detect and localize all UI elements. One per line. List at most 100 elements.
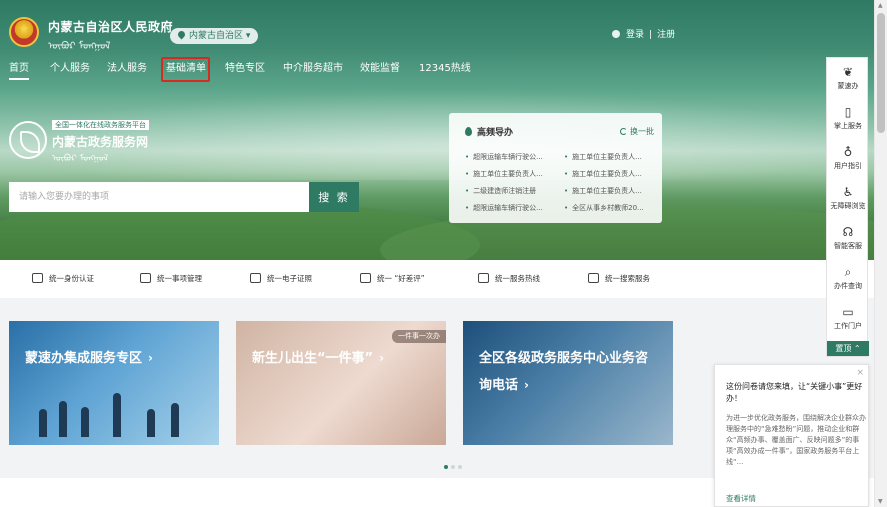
scroll-up-icon[interactable]: ▲ [878, 2, 883, 9]
hot-item[interactable]: 施工单位主要负责人... [564, 152, 642, 162]
svc-license[interactable]: 统一电子证照 [250, 273, 312, 284]
nav-agency-market[interactable]: 中介服务超市 [283, 61, 343, 77]
search-input[interactable] [9, 182, 309, 212]
chevron-right-icon: › [524, 378, 529, 392]
search-button[interactable]: 搜 索 [309, 182, 359, 212]
auth-links: 登录 | 注册 [612, 27, 675, 40]
region-selector[interactable]: 内蒙古自治区 ▾ [170, 28, 259, 44]
rail-query[interactable]: ⌕ 办件查询 [827, 266, 869, 291]
query-icon: ⌕ [844, 265, 852, 279]
right-toolbar: ❦ 蒙速办 ▯ 掌上服务 ♁ 用户指引 ♿ 无障碍浏览 ☊ 智能客服 ⌕ 办件查询 ▭ 工作门… [826, 57, 869, 357]
rail-portal[interactable]: ▭ 工作门户 [827, 306, 869, 331]
svc-label: 统一 “好差评” [377, 274, 425, 283]
card-title: 全区各级政务服务中心业务咨询电话 › [479, 345, 654, 399]
national-emblem-icon [9, 17, 39, 47]
rail-support[interactable]: ☊ 智能客服 [827, 226, 869, 251]
rail-mengsuban[interactable]: ❦ 蒙速办 [827, 66, 869, 91]
location-pin-icon [176, 29, 187, 40]
user-icon [612, 30, 620, 38]
refresh-button[interactable]: 换一批 [620, 126, 654, 137]
portal-icon: ▭ [842, 305, 854, 319]
rating-icon [360, 273, 371, 283]
hot-item[interactable]: 施工单位主要负责人... [564, 186, 642, 196]
refresh-label: 换一批 [630, 127, 654, 136]
card-mengsuban[interactable]: 蒙速办集成服务专区 › [9, 321, 219, 445]
svc-label: 统一身份认证 [49, 274, 94, 283]
hot-item[interactable]: 全区从事乡村教师20... [564, 203, 644, 213]
rail-label: 办件查询 [834, 282, 862, 290]
svc-label: 统一搜索服务 [605, 274, 650, 283]
card-title-text: 蒙速办集成服务专区 [25, 351, 143, 366]
carousel-dot[interactable] [458, 465, 462, 469]
business-people-image [35, 389, 195, 437]
hot-title: 高频导办 [465, 125, 513, 138]
register-link[interactable]: 注册 [657, 30, 675, 40]
brand-tagline: 全国一体化在线政务服务平台 [52, 120, 149, 130]
card-title-text: 新生儿出生“一件事” [252, 351, 374, 366]
app-icon: ❦ [842, 65, 854, 79]
card-consult-phone[interactable]: 全区各级政务服务中心业务咨询电话 › [463, 321, 673, 445]
back-to-top-button[interactable]: 置顶 ⌃ [827, 341, 869, 356]
survey-body: 为进一步优化政务服务，围绕解决企业群众办理服务中的“急难愁盼”问题，推动企业和群… [726, 414, 866, 466]
region-label: 内蒙古自治区 [189, 31, 244, 41]
svc-rating[interactable]: 统一 “好差评” [360, 273, 425, 284]
rail-label: 工作门户 [834, 322, 862, 330]
svc-label: 统一服务热线 [495, 274, 540, 283]
svc-label: 统一电子证照 [267, 274, 312, 283]
flame-icon [465, 127, 472, 136]
nav-supervision[interactable]: 效能监督 [360, 61, 400, 77]
rail-mobile[interactable]: ▯ 掌上服务 [827, 106, 869, 131]
rail-label: 蒙速办 [837, 82, 859, 90]
login-link[interactable]: 登录 [626, 30, 644, 40]
carousel-dot[interactable] [451, 465, 455, 469]
rail-accessibility[interactable]: ♿ 无障碍浏览 [827, 186, 869, 211]
search-list-icon [588, 273, 599, 283]
chevron-right-icon: › [379, 351, 385, 365]
svc-hotline[interactable]: 统一服务热线 [478, 273, 540, 284]
card-newborn[interactable]: 一件事一次办 新生儿出生“一件事” › [236, 321, 446, 445]
carousel-dot[interactable] [444, 465, 448, 469]
card-title: 蒙速办集成服务专区 › [25, 345, 153, 372]
svc-matters[interactable]: 统一事项管理 [140, 273, 202, 284]
scroll-down-icon[interactable]: ▼ [878, 498, 883, 505]
portal-logo-icon [9, 121, 47, 159]
headset-icon: ☊ [842, 225, 854, 239]
guide-icon: ♁ [843, 145, 853, 159]
hot-item[interactable]: 施工单位主要负责人... [465, 169, 543, 179]
rail-label: 用户指引 [834, 162, 862, 170]
license-icon [250, 273, 261, 283]
close-icon[interactable]: × [856, 368, 864, 378]
rail-label: 掌上服务 [834, 122, 862, 130]
unified-services-bar: 统一身份认证 统一事项管理 统一电子证照 统一 “好差评” 统一服务热线 统一搜… [0, 260, 874, 298]
nav-enterprise[interactable]: 法人服务 [107, 61, 147, 77]
rail-label: 智能客服 [834, 242, 862, 250]
rail-label: 无障碍浏览 [830, 202, 866, 210]
survey-details-link[interactable]: 查看详情 [726, 493, 756, 504]
hot-item[interactable]: 施工单位主要负责人... [564, 169, 642, 179]
rail-guide[interactable]: ♁ 用户指引 [827, 146, 869, 171]
hot-item[interactable]: 超限运输车辆行驶公... [465, 152, 543, 162]
edit-icon [478, 273, 489, 283]
nav-highlight-box [161, 57, 210, 82]
svc-search[interactable]: 统一搜索服务 [588, 273, 650, 284]
hot-item[interactable]: 超限运输车辆行驶公... [465, 203, 543, 213]
svc-identity[interactable]: 统一身份认证 [32, 273, 94, 284]
hot-item[interactable]: 二级建造师注销注册 [465, 186, 536, 196]
card-title: 新生儿出生“一件事” › [252, 345, 384, 372]
user-icon [32, 273, 43, 283]
nav-special-zone[interactable]: 特色专区 [225, 61, 265, 77]
card-badge: 一件事一次办 [392, 330, 446, 343]
survey-popup: × 这份问卷请您来填，让“关键小事”更好办！ 为进一步优化政务服务，围绕解决企业… [714, 364, 869, 507]
chevron-right-icon: › [148, 351, 153, 365]
brand-mongolian: ᠥᠪᠦᠷ ᠮᠣᠩᠭᠣᠯ [52, 154, 109, 164]
refresh-icon [620, 128, 627, 135]
accessibility-icon: ♿ [842, 185, 854, 199]
gov-name: 内蒙古自治区人民政府 [48, 20, 174, 34]
top-label: 置顶 [835, 344, 852, 353]
page: 内蒙古自治区人民政府 ᠥᠪᠦᠷ ᠮᠣᠩᠭᠣᠯ 内蒙古自治区 ▾ 登录 | 注册 首页… [0, 0, 887, 507]
nav-personal[interactable]: 个人服务 [50, 61, 90, 77]
scrollbar[interactable]: ▲ ▼ [874, 0, 887, 507]
nav-home[interactable]: 首页 [9, 61, 29, 80]
scrollbar-thumb[interactable] [877, 13, 885, 133]
nav-hotline[interactable]: 12345热线 [419, 61, 471, 77]
